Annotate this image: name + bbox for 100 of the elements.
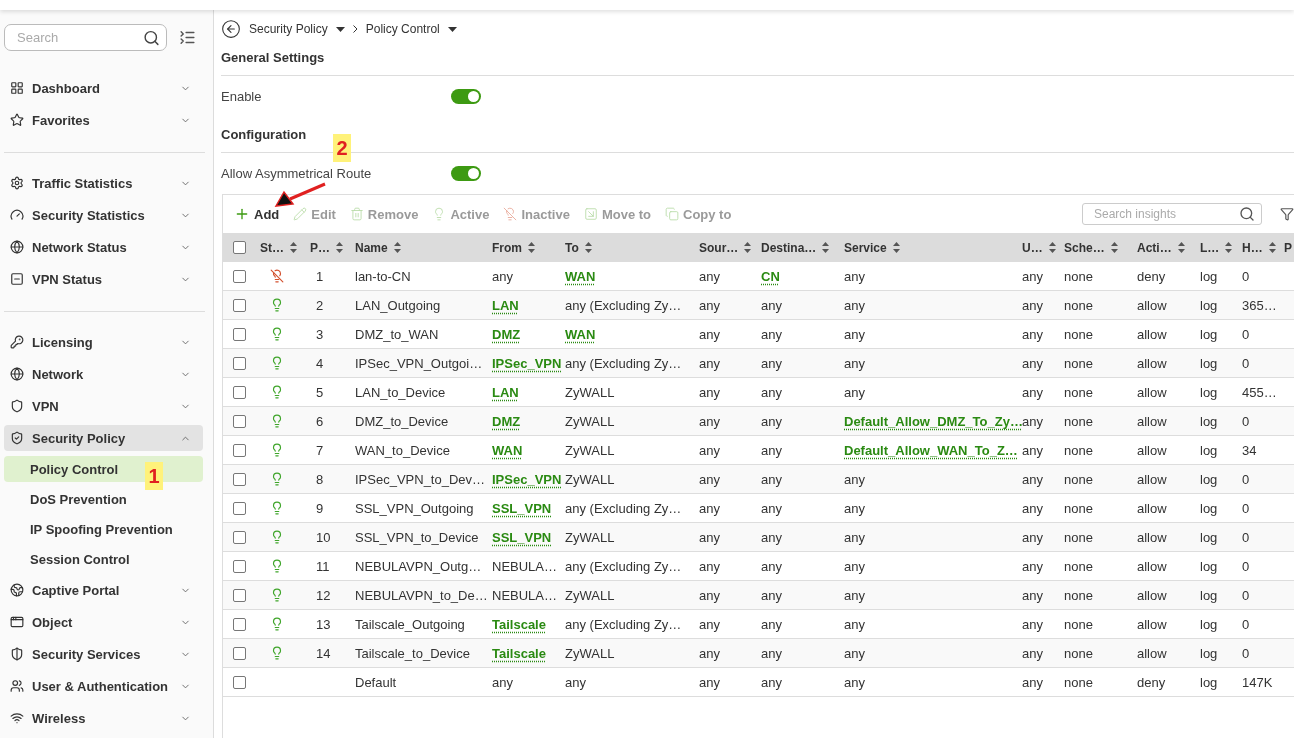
table-link[interactable]: Default_Allow_DMZ_To_Zy… bbox=[844, 413, 1023, 429]
table-row[interactable]: 14 Tailscale_to_Device Tailscale ZyWALL any any any any none allow log 0 bbox=[223, 639, 1294, 668]
checkbox[interactable] bbox=[233, 472, 246, 486]
sort-icon[interactable] bbox=[1268, 242, 1276, 253]
column-header[interactable]: H… bbox=[1235, 240, 1277, 255]
checkbox[interactable] bbox=[233, 588, 246, 602]
table-row[interactable]: 10 SSL_VPN_to_Device SSL_VPN ZyWALL any any any any none allow log 0 bbox=[223, 523, 1294, 552]
table-link[interactable]: WAN bbox=[565, 326, 596, 342]
table-link[interactable]: IPSec_VPN bbox=[492, 355, 562, 371]
table-link[interactable]: SSL_VPN bbox=[492, 529, 552, 545]
sidebar-item[interactable]: User & Authentication bbox=[4, 673, 203, 699]
sidebar-item[interactable]: Captive Portal bbox=[4, 577, 203, 603]
checkbox[interactable] bbox=[233, 327, 246, 341]
sidebar-item[interactable]: Security Policy bbox=[4, 425, 203, 451]
table-link[interactable]: Tailscale bbox=[492, 645, 546, 661]
lightbulb-icon[interactable] bbox=[270, 501, 284, 515]
checkbox[interactable] bbox=[233, 675, 246, 689]
column-header[interactable]: Destina… bbox=[754, 240, 837, 255]
lightbulb-icon[interactable] bbox=[270, 617, 284, 631]
table-row[interactable]: 8 IPSec_VPN_to_Dev… IPSec_VPN ZyWALL any any any any none allow log 0 bbox=[223, 465, 1294, 494]
table-link[interactable]: DMZ bbox=[492, 326, 521, 342]
checkbox[interactable] bbox=[233, 443, 246, 457]
table-row[interactable]: 6 DMZ_to_Device DMZ ZyWALL any any Default_Allow_DMZ_To_Zy…any none allow log 0 bbox=[223, 407, 1294, 436]
sidebar-subitem[interactable]: IP Spoofing Prevention bbox=[4, 516, 203, 542]
lightbulb-icon[interactable] bbox=[270, 530, 284, 544]
caret-icon[interactable] bbox=[447, 26, 457, 32]
column-header[interactable]: St… bbox=[253, 240, 303, 255]
lightbulb-icon[interactable] bbox=[270, 414, 284, 428]
lightbulb-off-icon[interactable] bbox=[270, 269, 284, 283]
table-row[interactable]: 4 IPSec_VPN_Outgoi… IPSec_VPN any (Excluding Zy… any any any any none allow log 0 bbox=[223, 349, 1294, 378]
sort-icon[interactable] bbox=[1110, 242, 1118, 253]
sort-icon[interactable] bbox=[1225, 242, 1233, 253]
column-header[interactable]: Sche… bbox=[1057, 240, 1130, 255]
lightbulb-icon[interactable] bbox=[270, 298, 284, 312]
sort-icon[interactable] bbox=[892, 242, 900, 253]
sidebar-item[interactable]: Security Services bbox=[4, 641, 203, 667]
sort-icon[interactable] bbox=[744, 242, 752, 253]
search-field[interactable]: Search insights bbox=[1082, 203, 1262, 225]
checkbox[interactable] bbox=[233, 646, 246, 660]
search-icon[interactable] bbox=[1239, 206, 1255, 222]
table-link[interactable]: IPSec_VPN bbox=[492, 471, 562, 487]
column-header[interactable]: Acti… bbox=[1130, 240, 1193, 255]
breadcrumb-link[interactable]: Policy Control bbox=[365, 22, 440, 36]
table-link[interactable]: Default_Allow_WAN_To_Z… bbox=[844, 442, 1018, 458]
sidebar-item[interactable]: Network Status bbox=[4, 234, 203, 260]
toggle-switch[interactable] bbox=[451, 89, 481, 104]
lightbulb-icon[interactable] bbox=[270, 443, 284, 457]
back-icon[interactable] bbox=[221, 19, 241, 39]
sidebar-item[interactable]: Network bbox=[4, 361, 203, 387]
checkbox[interactable] bbox=[233, 241, 246, 254]
sidebar-item[interactable]: Favorites bbox=[4, 107, 203, 133]
checkbox[interactable] bbox=[233, 617, 246, 631]
filter-icon[interactable] bbox=[1280, 207, 1294, 221]
column-header[interactable]: P… bbox=[303, 240, 348, 255]
column-header[interactable]: Sour… bbox=[692, 240, 754, 255]
toggle-switch[interactable] bbox=[451, 166, 481, 181]
column-header[interactable]: L… bbox=[1193, 240, 1235, 255]
checkbox[interactable] bbox=[233, 559, 246, 573]
sidebar-subitem[interactable]: Session Control bbox=[4, 546, 203, 572]
sort-icon[interactable] bbox=[528, 242, 535, 253]
table-link[interactable]: CN bbox=[761, 268, 780, 284]
add-button[interactable]: Add bbox=[234, 206, 280, 222]
search-field[interactable]: Search bbox=[4, 24, 167, 51]
lightbulb-icon[interactable] bbox=[270, 385, 284, 399]
sort-icon[interactable] bbox=[1177, 242, 1185, 253]
lightbulb-icon[interactable] bbox=[270, 588, 284, 602]
table-row[interactable]: 2 LAN_Outgoing LAN any (Excluding Zy… any any any any none allow log 365… bbox=[223, 291, 1294, 320]
checkbox[interactable] bbox=[233, 356, 246, 370]
sidebar-item[interactable]: VPN bbox=[4, 393, 203, 419]
column-header[interactable]: Service bbox=[837, 240, 1015, 255]
table-link[interactable]: WAN bbox=[565, 268, 596, 284]
lightbulb-icon[interactable] bbox=[270, 646, 284, 660]
column-header[interactable]: Name bbox=[348, 240, 485, 255]
column-header[interactable]: From bbox=[485, 240, 558, 255]
lightbulb-icon[interactable] bbox=[270, 356, 284, 370]
lightbulb-icon[interactable] bbox=[270, 472, 284, 486]
sort-icon[interactable] bbox=[1048, 242, 1056, 253]
sidebar-item[interactable]: Object bbox=[4, 609, 203, 635]
table-link[interactable]: Tailscale bbox=[492, 616, 546, 632]
sidebar-item[interactable]: Traffic Statistics bbox=[4, 170, 203, 196]
sort-icon[interactable] bbox=[584, 242, 592, 253]
table-link[interactable]: LAN bbox=[492, 384, 519, 400]
lightbulb-icon[interactable] bbox=[270, 327, 284, 341]
table-link[interactable]: WAN bbox=[492, 442, 523, 458]
checkbox[interactable] bbox=[233, 269, 246, 283]
column-header[interactable]: P bbox=[1277, 240, 1294, 255]
sidebar-item[interactable]: Licensing bbox=[4, 329, 203, 355]
sort-icon[interactable] bbox=[393, 242, 401, 253]
checkbox[interactable] bbox=[233, 501, 246, 515]
checkbox[interactable] bbox=[233, 385, 246, 399]
sidebar-item[interactable]: VPN Status bbox=[4, 266, 203, 292]
search-icon[interactable] bbox=[143, 29, 160, 46]
checkbox[interactable] bbox=[233, 530, 246, 544]
lightbulb-icon[interactable] bbox=[270, 559, 284, 573]
column-header[interactable]: To bbox=[558, 240, 692, 255]
sort-icon[interactable] bbox=[290, 242, 297, 253]
table-link[interactable]: DMZ bbox=[492, 413, 521, 429]
sidebar-item[interactable]: Security Statistics bbox=[4, 202, 203, 228]
sidebar-item[interactable]: Dashboard bbox=[4, 75, 203, 101]
checkbox[interactable] bbox=[233, 298, 246, 312]
